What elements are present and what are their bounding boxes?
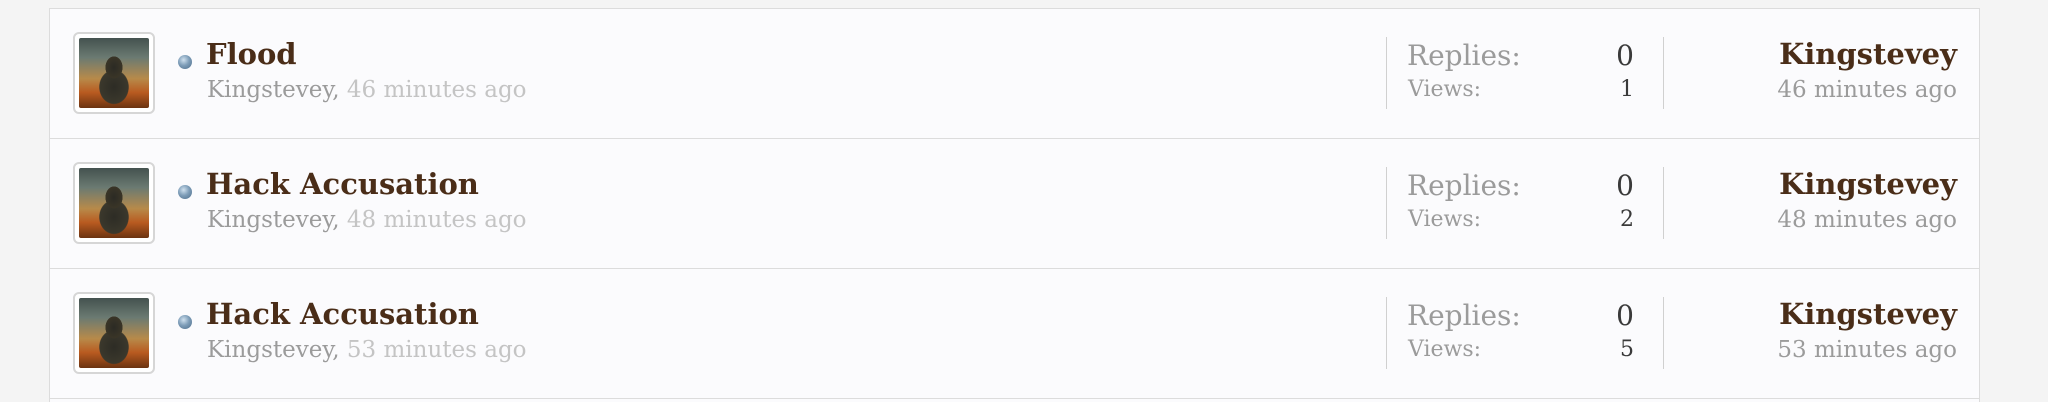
views-label: Views: [1408,77,1482,102]
thread-author-link[interactable]: Kingstevey [207,77,332,103]
thread-title-link[interactable]: Hack Accusation [206,167,479,201]
last-post-time-link[interactable]: 46 minutes ago [1777,77,1957,103]
meta-separator: , [332,77,347,103]
thread-start-time[interactable]: 48 minutes ago [347,207,527,233]
thread-start-time[interactable]: 53 minutes ago [347,337,527,363]
avatar-image [79,298,149,368]
last-post-divider [1663,37,1664,109]
thread-status-icon [178,185,192,199]
thread-status-icon [178,315,192,329]
thread-meta: Kingstevey, 48 minutes ago [207,207,527,233]
replies-count: 0 [1616,39,1634,72]
thread-author-link[interactable]: Kingstevey [207,337,332,363]
stats-divider [1386,297,1387,369]
replies-count: 0 [1616,169,1634,202]
thread-author-link[interactable]: Kingstevey [207,207,332,233]
thread-row: Hack Accusation Kingstevey, 48 minutes a… [50,139,1979,269]
avatar-image [79,38,149,108]
stats-divider [1386,37,1387,109]
last-poster-link[interactable]: Kingstevey [1779,37,1957,71]
replies-label: Replies: [1407,299,1521,332]
meta-separator: , [332,207,347,233]
last-poster-link[interactable]: Kingstevey [1779,297,1957,331]
views-label: Views: [1408,207,1482,232]
last-post-time-link[interactable]: 48 minutes ago [1777,207,1957,233]
last-post-divider [1663,167,1664,239]
views-count: 5 [1620,337,1634,362]
thread-start-time[interactable]: 46 minutes ago [347,77,527,103]
thread-status-icon [178,55,192,69]
thread-list: Flood Kingstevey, 46 minutes ago Replies… [49,8,1980,402]
stats-divider [1386,167,1387,239]
last-post-divider [1663,297,1664,369]
thread-title-link[interactable]: Hack Accusation [206,297,479,331]
avatar[interactable] [73,32,155,114]
views-count: 1 [1620,77,1634,102]
avatar[interactable] [73,162,155,244]
avatar-image [79,168,149,238]
thread-row: Hack Accusation Kingstevey, 53 minutes a… [50,269,1979,399]
avatar[interactable] [73,292,155,374]
thread-row: Flood Kingstevey, 46 minutes ago Replies… [50,9,1979,139]
replies-label: Replies: [1407,169,1521,202]
views-count: 2 [1620,207,1634,232]
views-label: Views: [1408,337,1482,362]
last-poster-link[interactable]: Kingstevey [1779,167,1957,201]
thread-meta: Kingstevey, 46 minutes ago [207,77,527,103]
last-post-time-link[interactable]: 53 minutes ago [1777,337,1957,363]
thread-meta: Kingstevey, 53 minutes ago [207,337,527,363]
thread-title-link[interactable]: Flood [206,37,297,71]
meta-separator: , [332,337,347,363]
replies-count: 0 [1616,299,1634,332]
replies-label: Replies: [1407,39,1521,72]
